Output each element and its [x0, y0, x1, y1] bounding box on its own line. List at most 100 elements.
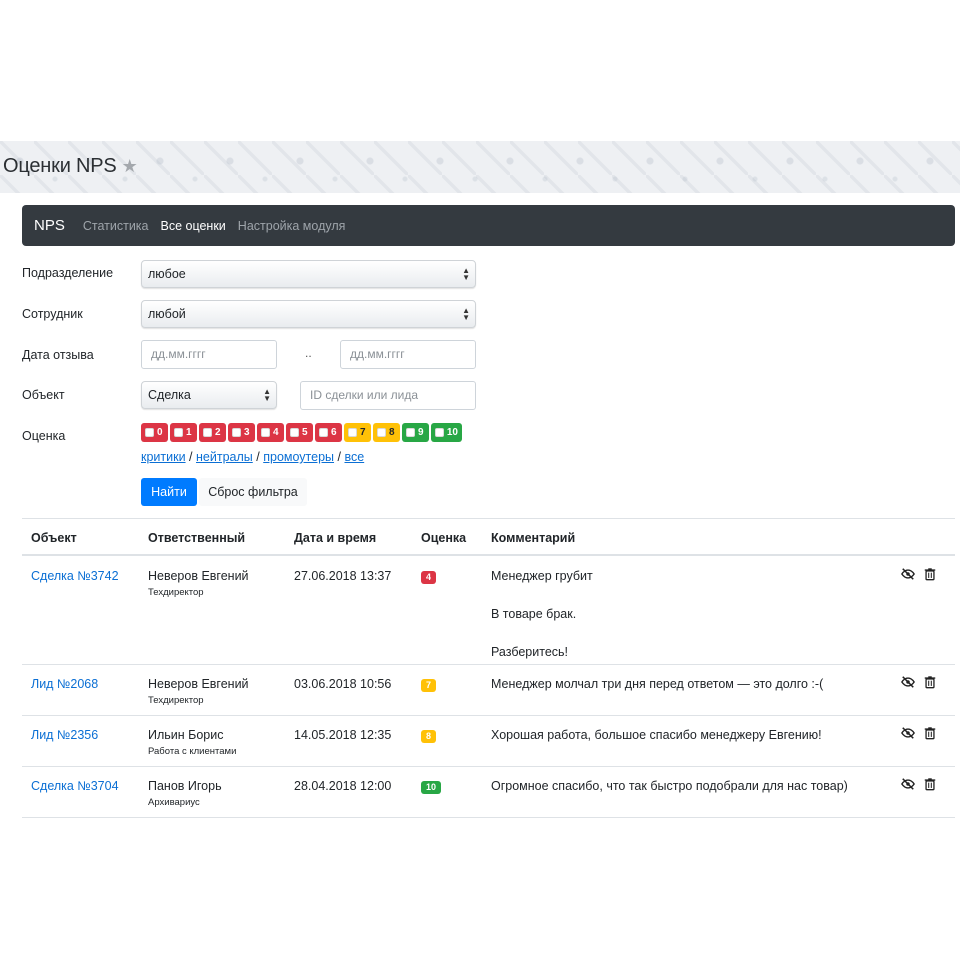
- object-link[interactable]: Лид №2068: [31, 677, 98, 691]
- object-id-input[interactable]: ID сделки или лида: [300, 381, 476, 410]
- comment-line: Менеджер грубит: [491, 569, 593, 583]
- checkbox-icon: [174, 428, 183, 437]
- score-badge: 7: [421, 679, 437, 692]
- responsible-position: Архивариус: [148, 797, 200, 808]
- responsible-position: Техдиректор: [148, 587, 204, 598]
- row-actions: [901, 567, 937, 581]
- table-row: Сделка №3742 Неверов Евгений Техдиректор…: [22, 556, 955, 665]
- comment-cell: Огромное спасибо, что так быстро подобра…: [491, 779, 848, 793]
- page-title-text: Оценки NPS: [3, 155, 117, 177]
- score-quick-links: критики / нейтралы / промоутеры / все: [141, 450, 365, 464]
- object-type-value: Сделка: [148, 388, 191, 402]
- checkbox-icon: [261, 428, 270, 437]
- page-title: Оценки NPS ★: [3, 155, 138, 178]
- col-datetime: Дата и время: [294, 531, 377, 545]
- score-chip-2[interactable]: 2: [199, 423, 226, 442]
- score-chip-1[interactable]: 1: [170, 423, 197, 442]
- link-all[interactable]: все: [344, 450, 364, 464]
- responsible-position: Техдиректор: [148, 695, 204, 706]
- department-select[interactable]: любое ▲ ▼: [141, 260, 476, 288]
- score-chip-group: 0 1 2 3 4 5 6 7 8 9 10: [141, 423, 462, 442]
- score-chip-8[interactable]: 8: [373, 423, 400, 442]
- score-chip-0[interactable]: 0: [141, 423, 168, 442]
- trash-icon[interactable]: [923, 777, 937, 791]
- row-actions: [901, 777, 937, 791]
- eye-slash-icon[interactable]: [901, 675, 915, 689]
- col-object: Объект: [31, 531, 77, 545]
- table-row: Сделка №3704 Панов Игорь Архивариус 28.0…: [22, 767, 955, 818]
- score-chip-7[interactable]: 7: [344, 423, 371, 442]
- navbar-brand[interactable]: NPS: [34, 217, 65, 234]
- link-critics[interactable]: критики: [141, 450, 186, 464]
- link-neutrals[interactable]: нейтралы: [196, 450, 253, 464]
- employee-select-value: любой: [148, 307, 186, 321]
- comment-line: Хорошая работа, большое спасибо менеджер…: [491, 728, 822, 742]
- trash-icon[interactable]: [923, 675, 937, 689]
- datetime-cell: 14.05.2018 12:35: [294, 728, 392, 742]
- link-promoters[interactable]: промоутеры: [263, 450, 334, 464]
- responsible-cell: Панов Игорь Архивариус: [148, 779, 222, 808]
- employee-select[interactable]: любой ▲ ▼: [141, 300, 476, 328]
- select-arrows-icon: ▲ ▼: [462, 306, 470, 322]
- trash-icon[interactable]: [923, 726, 937, 740]
- table-row: Лид №2356 Ильин Борис Работа с клиентами…: [22, 716, 955, 767]
- datetime-cell: 28.04.2018 12:00: [294, 779, 392, 793]
- nav-item-statistics[interactable]: Статистика: [83, 219, 149, 233]
- checkbox-icon: [203, 428, 212, 437]
- module-navbar: NPS Статистика Все оценки Настройка моду…: [22, 205, 955, 246]
- comment-cell: Менеджер молчал три дня перед ответом — …: [491, 677, 823, 691]
- date-to-input[interactable]: дд.мм.гггг: [340, 340, 476, 369]
- score-chip-10[interactable]: 10: [431, 423, 462, 442]
- comment-line: В товаре брак.: [491, 607, 577, 621]
- find-button[interactable]: Найти: [141, 478, 197, 506]
- nav-item-all-ratings[interactable]: Все оценки: [161, 219, 226, 233]
- checkbox-icon: [406, 428, 415, 437]
- score-badge: 8: [421, 730, 437, 743]
- checkbox-icon: [290, 428, 299, 437]
- score-chip-3[interactable]: 3: [228, 423, 255, 442]
- object-link[interactable]: Сделка №3704: [31, 779, 119, 793]
- object-type-select[interactable]: Сделка ▲ ▼: [141, 381, 277, 409]
- checkbox-icon: [232, 428, 241, 437]
- object-link[interactable]: Лид №2356: [31, 728, 98, 742]
- eye-slash-icon[interactable]: [901, 777, 915, 791]
- checkbox-icon: [145, 428, 154, 437]
- score-badge: 10: [421, 781, 442, 794]
- responsible-name: Неверов Евгений: [148, 677, 249, 691]
- nav-item-module-settings[interactable]: Настройка модуля: [238, 219, 346, 233]
- comment-line: Разберитесь!: [491, 645, 569, 659]
- comment-cell: Хорошая работа, большое спасибо менеджер…: [491, 728, 822, 742]
- responsible-name: Ильин Борис: [148, 728, 224, 742]
- eye-slash-icon[interactable]: [901, 726, 915, 740]
- comment-line: Огромное спасибо, что так быстро подобра…: [491, 779, 848, 793]
- datetime-cell: 27.06.2018 13:37: [294, 569, 392, 583]
- score-label: Оценка: [22, 429, 66, 443]
- score-chip-5[interactable]: 5: [286, 423, 313, 442]
- col-responsible: Ответственный: [148, 531, 246, 545]
- comment-line: Менеджер молчал три дня перед ответом — …: [491, 677, 824, 691]
- date-from-input[interactable]: дд.мм.гггг: [141, 340, 277, 369]
- table-header: Объект Ответственный Дата и время Оценка…: [22, 518, 955, 556]
- responsible-position: Работа с клиентами: [148, 746, 237, 757]
- checkbox-icon: [319, 428, 328, 437]
- object-label: Объект: [22, 388, 65, 402]
- eye-slash-icon[interactable]: [901, 567, 915, 581]
- responsible-cell: Неверов Евгений Техдиректор: [148, 677, 249, 706]
- score-chip-4[interactable]: 4: [257, 423, 284, 442]
- checkbox-icon: [435, 428, 444, 437]
- col-score: Оценка: [421, 531, 467, 545]
- trash-icon[interactable]: [923, 567, 937, 581]
- ratings-table: Объект Ответственный Дата и время Оценка…: [22, 518, 955, 818]
- reset-filter-button[interactable]: Сброс фильтра: [199, 478, 307, 506]
- row-actions: [901, 726, 937, 740]
- object-link[interactable]: Сделка №3742: [31, 569, 119, 583]
- score-chip-6[interactable]: 6: [315, 423, 342, 442]
- score-chip-9[interactable]: 9: [402, 423, 429, 442]
- checkbox-icon: [348, 428, 357, 437]
- department-label: Подразделение: [22, 266, 114, 280]
- responsible-cell: Неверов Евгений Техдиректор: [148, 569, 249, 598]
- score-badge: 4: [421, 571, 437, 584]
- star-icon[interactable]: ★: [122, 156, 138, 176]
- employee-label: Сотрудник: [22, 307, 83, 321]
- select-arrows-icon: ▲ ▼: [263, 387, 271, 403]
